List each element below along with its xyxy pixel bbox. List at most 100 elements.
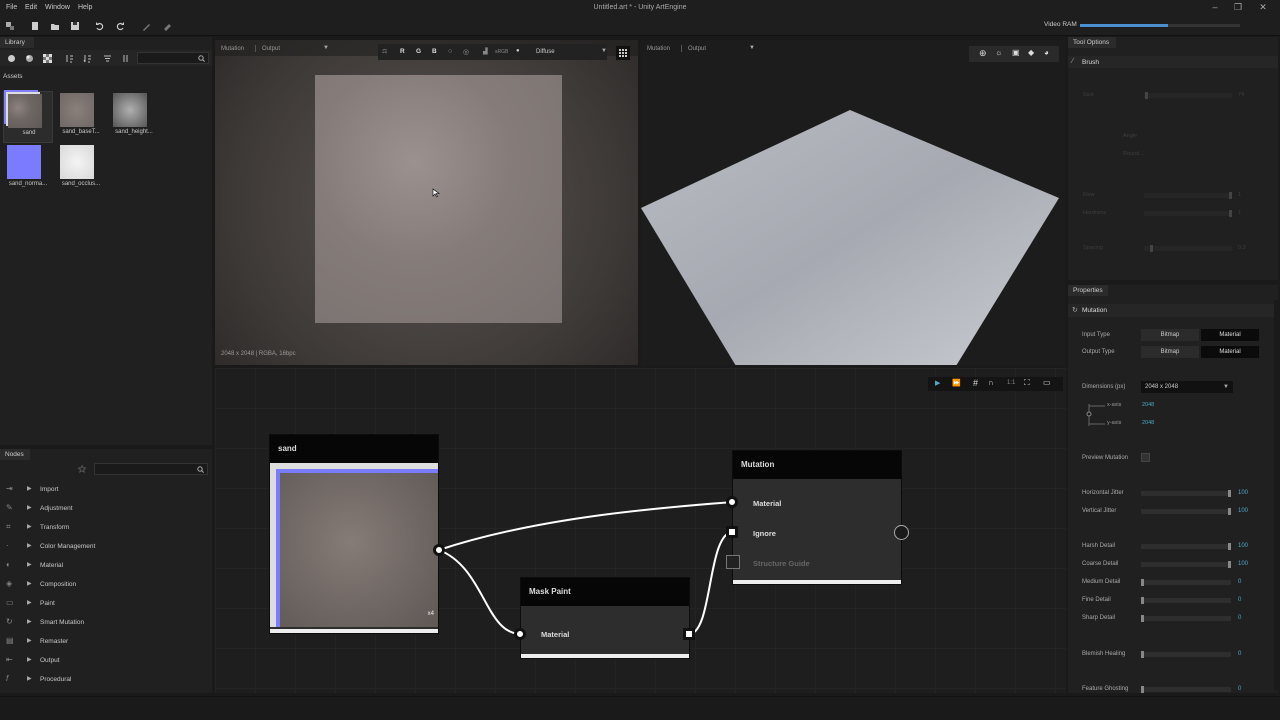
tool-options-tab[interactable]: Tool Options (1068, 37, 1116, 48)
srgb-toggle[interactable]: sRGB (495, 49, 508, 55)
channel-g-button[interactable]: G (416, 48, 421, 55)
brush-icon[interactable] (140, 19, 154, 33)
output-type-material-button[interactable]: Material (1201, 346, 1259, 358)
shaded-sphere-icon[interactable] (22, 51, 36, 65)
dimensions-select[interactable]: 2048 x 2048 ▼ (1141, 381, 1233, 393)
compare-icon[interactable]: ⚖ (382, 48, 387, 55)
sort-az-icon[interactable] (62, 51, 76, 65)
slider-value[interactable]: 0 (1238, 615, 1241, 621)
properties-tab[interactable]: Properties (1068, 285, 1108, 296)
asset-sand-height[interactable]: sand_height... (109, 91, 159, 143)
slider-value[interactable]: 100 (1238, 543, 1248, 549)
slider-value[interactable]: 0 (1238, 651, 1241, 657)
properties-scrollbar[interactable] (1274, 300, 1278, 690)
preview-mutation-checkbox[interactable] (1141, 453, 1150, 462)
library-tab[interactable]: Library (0, 37, 34, 48)
menu-help[interactable]: Help (78, 4, 92, 11)
mask-material-input-pin[interactable] (514, 628, 526, 640)
property-slider[interactable] (1141, 508, 1231, 515)
slider-knob[interactable] (1228, 543, 1231, 550)
node-category-output[interactable]: ⇤ ▶ Output (0, 651, 212, 670)
dropdown-arrow-icon[interactable]: ▼ (601, 48, 607, 54)
asset-sand-normal[interactable]: sand_norma... (3, 143, 53, 195)
x-axis-value[interactable]: 2048 (1142, 402, 1154, 408)
node-category-remaster[interactable]: ▤ ▶ Remaster (0, 632, 212, 651)
mutation-material-input-pin[interactable] (726, 496, 738, 508)
eraser-icon[interactable] (160, 19, 174, 33)
alpha-circle-icon[interactable]: ◎ (463, 48, 469, 56)
mask-output-pin[interactable] (683, 628, 695, 640)
swap-icon[interactable] (118, 51, 132, 65)
slider-knob[interactable] (1141, 597, 1144, 604)
mutation-ignore-input-pin[interactable] (726, 526, 738, 538)
minimize-icon[interactable]: – (1208, 2, 1222, 14)
library-search-input[interactable] (137, 52, 209, 64)
output-type-bitmap-button[interactable]: Bitmap (1141, 346, 1199, 358)
save-icon[interactable] (68, 19, 82, 33)
close-icon[interactable]: ✕ (1256, 2, 1270, 14)
filter-list-icon[interactable] (100, 51, 114, 65)
input-type-bitmap-button[interactable]: Bitmap (1141, 329, 1199, 341)
property-slider[interactable] (1141, 686, 1231, 693)
menu-file[interactable]: File (6, 4, 17, 11)
node-graph[interactable]: ▶ ⏩ # ∩ 1:1 ⛶ ▭ sand x4 Mask Paint Mater… (215, 368, 1066, 693)
open-folder-icon[interactable] (48, 19, 62, 33)
dropdown-arrow-icon[interactable]: ▼ (323, 45, 329, 51)
property-slider[interactable] (1141, 651, 1231, 658)
channel-r-button[interactable]: R (400, 48, 405, 55)
mutation-output-pin[interactable] (894, 525, 909, 540)
mask-paint-node[interactable]: Mask Paint Material (520, 577, 690, 659)
slider-knob[interactable] (1141, 579, 1144, 586)
redo-icon[interactable] (113, 19, 127, 33)
slider-knob[interactable] (1141, 686, 1144, 693)
property-slider[interactable] (1141, 543, 1231, 550)
nodes-tab[interactable]: Nodes (0, 449, 30, 460)
slider-knob[interactable] (1228, 508, 1231, 515)
circle-outline-icon[interactable]: ○ (448, 48, 452, 55)
y-axis-value[interactable]: 2048 (1142, 420, 1154, 426)
map-select[interactable]: Diffuse (536, 49, 555, 55)
property-slider[interactable] (1141, 579, 1231, 586)
viewport-3d[interactable]: Mutation Output ▼ ⊕ ☼ ▣ ◆ ◕ (641, 40, 1065, 365)
tool-row[interactable]: ⁄ Brush (1068, 56, 1278, 68)
property-slider[interactable] (1141, 597, 1231, 604)
node-category-paint[interactable]: ▭ ▶ Paint (0, 594, 212, 613)
node-category-transform[interactable]: ⌗ ▶ Transform (0, 518, 212, 537)
favorite-star-icon[interactable] (78, 465, 86, 473)
nodes-search-input[interactable] (94, 463, 208, 475)
input-type-material-button[interactable]: Material (1201, 329, 1259, 341)
property-slider[interactable] (1141, 615, 1231, 622)
node-category-import[interactable]: ⇥ ▶ Import (0, 480, 212, 499)
slider-knob[interactable] (1141, 651, 1144, 658)
histogram-icon[interactable]: ▟ (483, 48, 488, 55)
checker-icon[interactable] (40, 51, 54, 65)
property-slider[interactable] (1141, 490, 1231, 497)
property-slider[interactable] (1141, 561, 1231, 568)
slider-value[interactable]: 100 (1238, 561, 1248, 567)
axis-link-icon[interactable] (1085, 402, 1107, 428)
node-category-procedural[interactable]: f ▶ Procedural (0, 670, 212, 689)
slider-knob[interactable] (1228, 490, 1231, 497)
sand-output-pin[interactable] (433, 544, 445, 556)
mutation-structure-guide-pin[interactable] (726, 555, 740, 569)
slider-value[interactable]: 0 (1238, 579, 1241, 585)
dot-icon[interactable]: ● (516, 48, 520, 54)
app-menu-icon[interactable] (3, 19, 17, 33)
slider-knob[interactable] (1228, 561, 1231, 568)
menu-edit[interactable]: Edit (25, 4, 37, 11)
node-category-color-management[interactable]: · ▶ Color Management (0, 537, 212, 556)
slider-value[interactable]: 100 (1238, 490, 1248, 496)
undo-icon[interactable] (93, 19, 107, 33)
sand-node[interactable]: sand x4 (269, 434, 439, 634)
new-file-icon[interactable] (28, 19, 42, 33)
asset-sand[interactable]: sand (3, 91, 53, 143)
node-category-material[interactable]: ◐ ▶ Material (0, 556, 212, 575)
channel-b-button[interactable]: B (432, 48, 437, 55)
slider-value[interactable]: 0 (1238, 597, 1241, 603)
node-category-smart-mutation[interactable]: ↻ ▶ Smart Mutation (0, 613, 212, 632)
node-category-composition[interactable]: ◈ ▶ Composition (0, 575, 212, 594)
material-sphere-icon[interactable] (4, 51, 18, 65)
mutation-node[interactable]: Mutation Material Ignore Structure Guide (732, 450, 902, 585)
restore-icon[interactable]: ❐ (1231, 2, 1245, 14)
slider-knob[interactable] (1141, 615, 1144, 622)
